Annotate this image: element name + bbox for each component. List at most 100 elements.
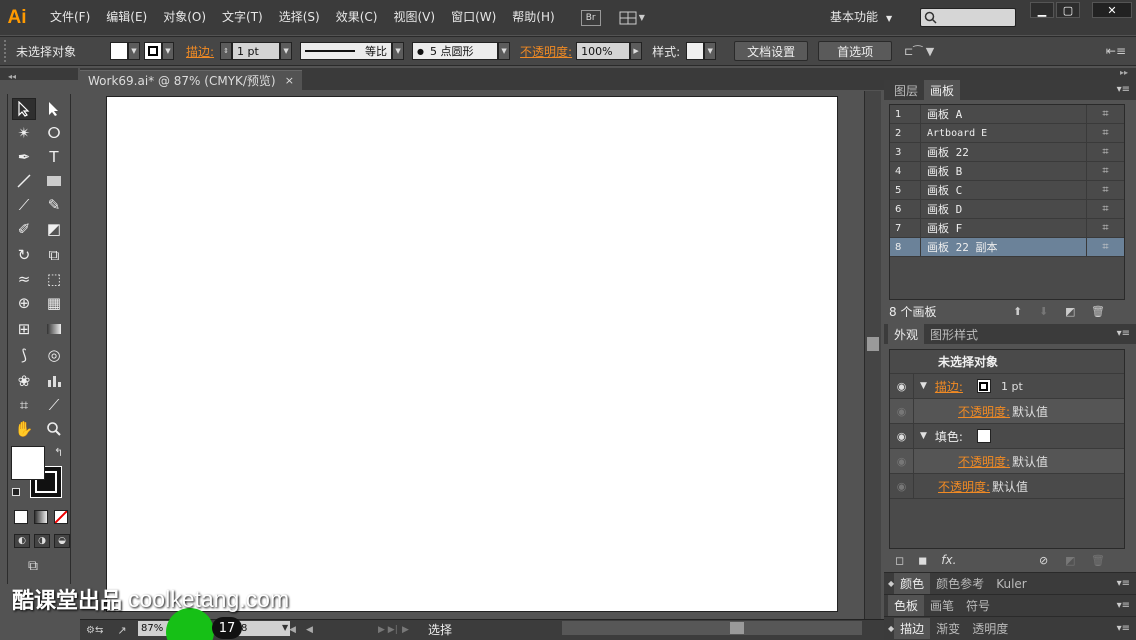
selection-tool-icon[interactable] <box>12 98 36 120</box>
fill-swatch[interactable] <box>110 42 128 60</box>
tab-stroke[interactable]: 描边 <box>894 618 931 639</box>
move-up-icon[interactable]: ⬆ <box>1013 305 1022 318</box>
stroke-panel-menu-icon[interactable]: ▾≡ <box>1117 623 1130 634</box>
new-artboard-icon[interactable]: ◩ <box>1065 305 1075 318</box>
menu-edit[interactable]: 编辑(E) <box>98 0 155 35</box>
tab-layers[interactable]: 图层 <box>888 80 924 100</box>
swap-fill-stroke-icon[interactable]: ↰ <box>54 446 63 459</box>
delete-artboard-icon[interactable]: 🗑 <box>1091 305 1105 318</box>
arrange-documents-icon[interactable]: ▼ <box>619 9 649 27</box>
symbol-sprayer-tool-icon[interactable]: ❀ <box>12 370 36 392</box>
artboard-options-icon[interactable]: ⌗ <box>1086 237 1124 257</box>
width-tool-icon[interactable]: ≈ <box>12 268 36 290</box>
artboard-row[interactable]: 1 画板 A ⌗ <box>890 104 1124 124</box>
appearance-stroke-opacity-row[interactable]: ◉ 不透明度: 默认值 <box>890 398 1124 424</box>
lasso-tool-icon[interactable]: ⵔ <box>42 122 66 144</box>
appearance-opacity-label[interactable]: 不透明度: <box>958 453 1010 470</box>
color-panel-menu-icon[interactable]: ▾≡ <box>1117 578 1130 589</box>
appearance-stroke-weight[interactable]: 1 pt <box>1001 380 1023 393</box>
artboard-row[interactable]: 6 画板 D ⌗ <box>890 199 1124 219</box>
fill-color-box[interactable] <box>11 446 45 480</box>
artboard-row[interactable]: 7 画板 F ⌗ <box>890 218 1124 238</box>
brush-dropdown[interactable]: ▼ <box>498 42 511 60</box>
opacity-label[interactable]: 不透明度: <box>520 43 572 60</box>
menu-type[interactable]: 文字(T) <box>214 0 271 35</box>
menu-help[interactable]: 帮助(H) <box>504 0 562 35</box>
gradient-tool-icon[interactable] <box>42 318 66 340</box>
appearance-panel-menu-icon[interactable]: ▾≡ <box>1117 328 1130 339</box>
appearance-fill-opacity-row[interactable]: ◉ 不透明度: 默认值 <box>890 448 1124 474</box>
visibility-eye-icon[interactable]: ◉ <box>890 448 914 474</box>
profile-dropdown[interactable]: ▼ <box>392 42 405 60</box>
delete-item-icon[interactable]: 🗑 <box>1091 554 1105 567</box>
appearance-object-opacity-row[interactable]: ◉ 不透明度: 默认值 <box>890 473 1124 499</box>
menu-file[interactable]: 文件(F) <box>42 0 98 35</box>
mesh-tool-icon[interactable]: ⊞ <box>12 318 36 340</box>
appearance-stroke-label[interactable]: 描边: <box>935 378 963 395</box>
document-setup-button[interactable]: 文档设置 <box>734 41 809 61</box>
opacity-dropdown[interactable]: ▶ <box>630 42 643 60</box>
tab-kuler[interactable]: Kuler <box>990 573 1033 594</box>
tab-gradient[interactable]: 渐变 <box>930 618 966 639</box>
artboard-options-icon[interactable]: ⌗ <box>1086 161 1124 181</box>
workspace-switcher[interactable]: 基本功能 ▼ <box>830 0 892 36</box>
tab-color-guide[interactable]: 颜色参考 <box>930 573 990 594</box>
artboard-options-icon[interactable]: ⌗ <box>1086 199 1124 219</box>
variable-width-profile[interactable]: 等比 <box>300 42 393 60</box>
gradient-mode-icon[interactable] <box>34 510 48 524</box>
line-tool-icon[interactable] <box>12 170 36 192</box>
artboard-dropdown-icon[interactable]: ▼ <box>282 623 288 632</box>
add-effect-icon[interactable]: fx. <box>941 553 956 567</box>
blend-tool-icon[interactable]: ◎ <box>42 344 66 366</box>
style-dropdown[interactable]: ▼ <box>704 42 717 60</box>
pencil-tool-icon[interactable]: ✎ <box>42 194 66 216</box>
maximize-button[interactable]: ▢ <box>1056 2 1080 18</box>
fill-dropdown[interactable]: ▼ <box>128 42 140 60</box>
eyedropper-tool-icon[interactable]: ⟆ <box>12 344 36 366</box>
hand-tool-icon[interactable]: ✋ <box>12 418 36 440</box>
shape-builder-tool-icon[interactable]: ⊕ <box>12 292 36 314</box>
appearance-stroke-row[interactable]: ◉ ▼ 描边: 1 pt <box>890 373 1124 399</box>
artboard-row[interactable]: 5 画板 C ⌗ <box>890 180 1124 200</box>
arrange-icon[interactable]: ⊏⁀ ▼ <box>904 45 934 58</box>
disclosure-triangle-icon[interactable]: ▼ <box>920 431 927 441</box>
swatches-panel-menu-icon[interactable]: ▾≡ <box>1117 600 1130 611</box>
preferences-button[interactable]: 首选项 <box>818 41 893 61</box>
tab-swatches[interactable]: 色板 <box>888 595 925 616</box>
direct-selection-tool-icon[interactable] <box>42 98 66 120</box>
move-down-icon[interactable]: ⬇ <box>1039 305 1048 318</box>
menu-view[interactable]: 视图(V) <box>385 0 443 35</box>
eraser-tool-icon[interactable]: ◩ <box>42 218 66 240</box>
horizontal-scrollbar[interactable] <box>562 621 862 635</box>
zoom-tool-icon[interactable] <box>42 418 66 440</box>
gpu-icon[interactable]: ⚙⇆ <box>86 625 103 636</box>
opacity-field[interactable]: 100% <box>576 42 631 60</box>
stroke-weight-dropdown[interactable]: ▼ <box>280 42 293 60</box>
artboard-options-icon[interactable]: ⌗ <box>1086 104 1124 124</box>
artboard-options-icon[interactable]: ⌗ <box>1086 142 1124 162</box>
color-mode-icon[interactable] <box>14 510 28 524</box>
menu-select[interactable]: 选择(S) <box>271 0 328 35</box>
tab-appearance[interactable]: 外观 <box>888 324 925 344</box>
paintbrush-tool-icon[interactable]: ⟋ <box>12 194 36 216</box>
tab-color[interactable]: 颜色 <box>894 573 931 594</box>
vertical-scrollbar[interactable] <box>864 91 881 619</box>
stroke-swatch[interactable] <box>144 42 162 60</box>
appearance-fill-swatch[interactable] <box>976 429 991 443</box>
tab-symbols[interactable]: 符号 <box>960 595 996 616</box>
add-stroke-icon[interactable]: ◻ <box>895 554 904 567</box>
appearance-fill-label[interactable]: 填色: <box>935 428 963 445</box>
rectangle-tool-icon[interactable] <box>42 170 66 192</box>
column-graph-tool-icon[interactable] <box>42 370 66 392</box>
visibility-eye-icon[interactable]: ◉ <box>890 373 914 399</box>
blob-brush-tool-icon[interactable]: ✐ <box>12 218 36 240</box>
free-transform-tool-icon[interactable]: ⬚ <box>42 268 66 290</box>
visibility-eye-icon[interactable]: ◉ <box>890 473 914 499</box>
type-tool-icon[interactable]: T <box>42 146 66 168</box>
artboard-options-icon[interactable]: ⌗ <box>1086 123 1124 143</box>
document-tab[interactable]: Work69.ai* @ 87% (CMYK/预览) × <box>80 70 302 90</box>
duplicate-item-icon[interactable]: ◩ <box>1065 554 1075 567</box>
artboard-row-selected[interactable]: 8 画板 22 副本 ⌗ <box>890 237 1124 257</box>
brush-definition[interactable]: ● 5 点圆形 <box>412 42 499 60</box>
stroke-label[interactable]: 描边: <box>186 43 214 60</box>
